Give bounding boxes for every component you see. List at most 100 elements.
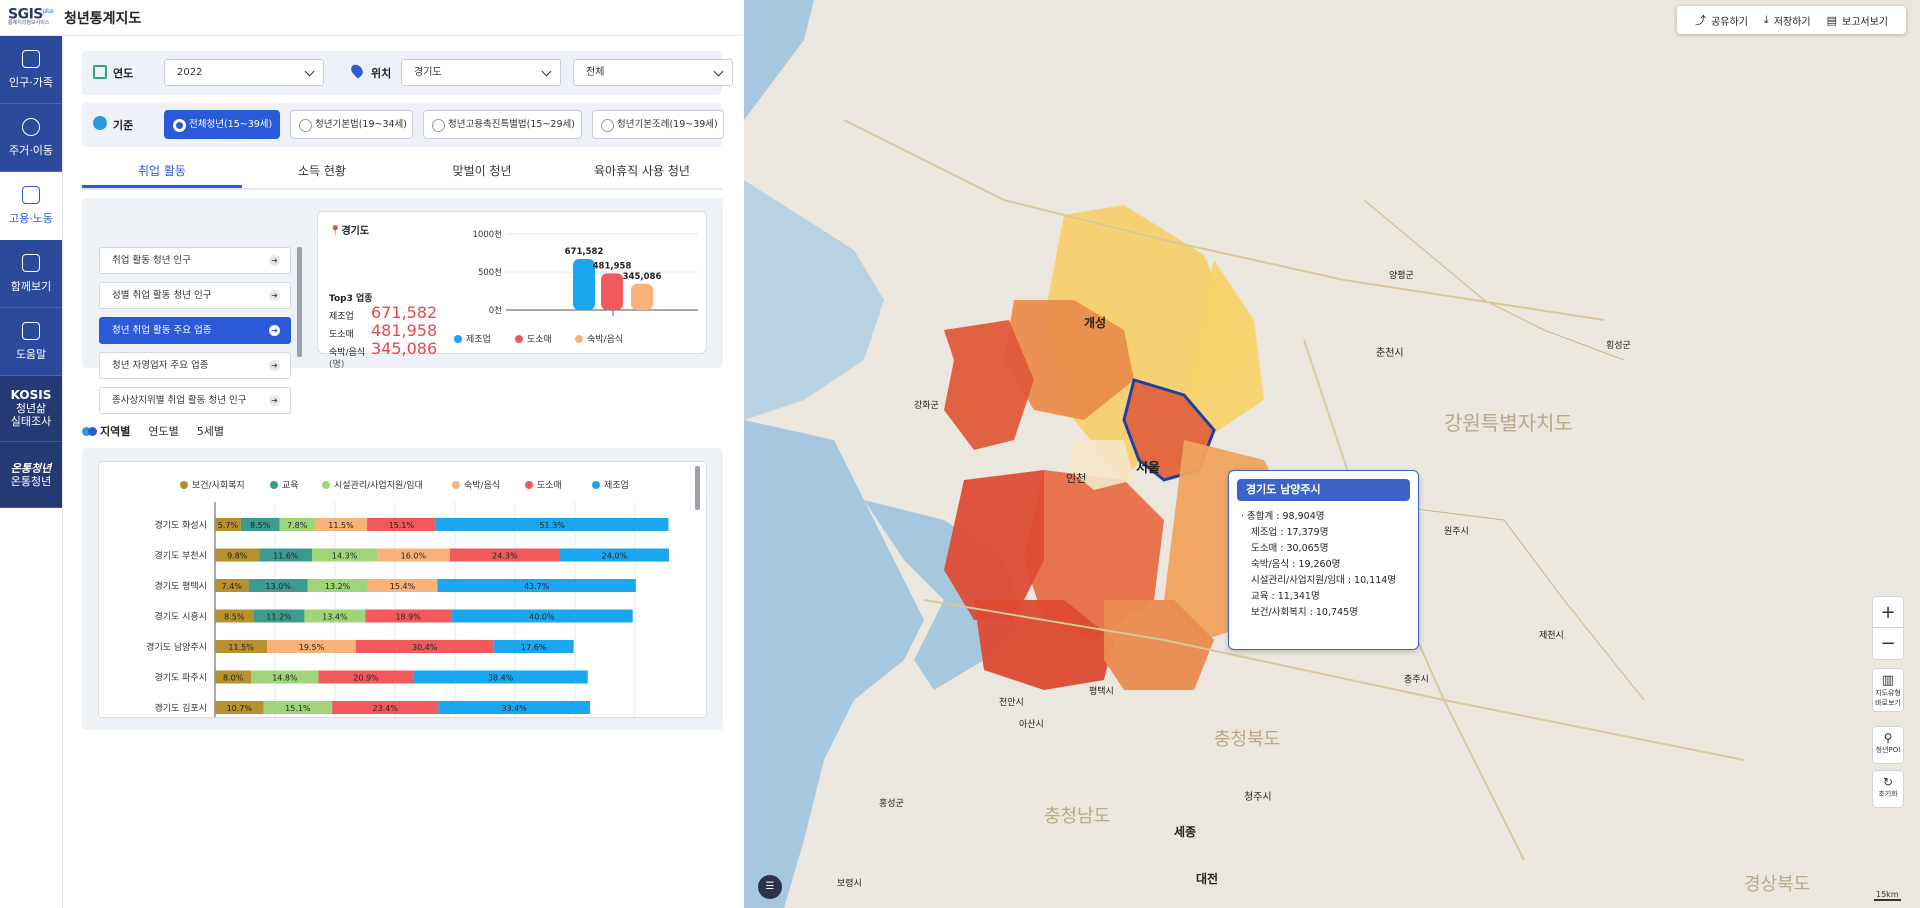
tooltip-line: 제조업 : 17,379명 bbox=[1251, 527, 1329, 538]
menu-item-employment-status[interactable]: 종사상지위별 취업 활동 청년 인구 ➜ bbox=[99, 387, 291, 414]
province-select[interactable]: 경기도 bbox=[401, 59, 561, 86]
map-label-jecheon: 제천시 bbox=[1539, 630, 1564, 641]
sidebar-item-youth[interactable]: 온통청년 온통청년 bbox=[0, 442, 62, 508]
sidebar-item-employment[interactable]: 고용·노동 bbox=[0, 172, 62, 240]
share-button[interactable]: ⤴ 공유하기 bbox=[1695, 12, 1748, 28]
segment-label: 10.7% bbox=[227, 704, 253, 713]
zoom-in-button[interactable]: + bbox=[1873, 597, 1903, 628]
basis-radio-employment-law[interactable]: 청년고용촉진특별법(15~29세) bbox=[423, 110, 582, 139]
category-label: 경기도 남양주시 bbox=[146, 641, 207, 653]
sidebar-item-label: 도움말 bbox=[15, 347, 47, 361]
sidebar-item-help[interactable]: 도움말 bbox=[0, 308, 62, 376]
segment-label: 24.3% bbox=[492, 552, 518, 561]
save-button[interactable]: ⤓ 저장하기 bbox=[1764, 13, 1811, 28]
map-label-asan: 아산시 bbox=[1019, 719, 1044, 730]
report-button[interactable]: ▤ 보고서보기 bbox=[1827, 13, 1888, 28]
subtab-year[interactable]: 연도별 bbox=[148, 423, 178, 439]
legend-label: 도소매 bbox=[537, 480, 562, 491]
legend-label: 도소매 bbox=[527, 334, 552, 345]
menu-item-self-employed-industries[interactable]: 청년 자영업자 주요 업종 ➜ bbox=[99, 352, 291, 379]
segment-label: 15.4% bbox=[390, 582, 416, 591]
segment-label: 8.0% bbox=[223, 674, 244, 683]
youth-logo: 온통청년 bbox=[10, 461, 52, 475]
chart-scrollbar[interactable] bbox=[695, 466, 700, 510]
menu-item-main-industries[interactable]: 청년 취업 활동 주요 업종 ➜ bbox=[99, 317, 291, 344]
reset-button[interactable]: ↻ 초기화 bbox=[1872, 770, 1904, 808]
segment-label: 11.2% bbox=[266, 613, 292, 622]
menu-item-youth-employment-population[interactable]: 취업 활동 청년 인구 ➜ bbox=[99, 247, 291, 274]
district-select[interactable]: 전체 bbox=[573, 59, 733, 86]
tab-income[interactable]: 소득 현황 bbox=[242, 154, 402, 188]
segment-label: 11.5% bbox=[328, 521, 354, 530]
map-scale: 15km bbox=[1874, 890, 1901, 901]
segment-label: 33.4% bbox=[501, 704, 527, 713]
top3-unit: (명) bbox=[329, 360, 345, 370]
tooltip-title: 경기도 남양주시 bbox=[1237, 479, 1410, 501]
map-label-hongseong: 홍성군 bbox=[879, 797, 904, 809]
legend-dot bbox=[525, 481, 533, 489]
map-label-gyeongbuk: 경상북도 bbox=[1744, 874, 1810, 895]
map-label-chungbuk: 충청북도 bbox=[1214, 729, 1280, 750]
menu-item-gender-employment[interactable]: 성별 취업 활동 청년 인구 ➜ bbox=[99, 282, 291, 309]
map-type-button[interactable]: ▥ 지도유형 바로보기 bbox=[1872, 668, 1904, 712]
poi-label: 청년POI bbox=[1875, 746, 1901, 754]
legend-dot bbox=[454, 335, 462, 343]
sidebar-item-housing[interactable]: 주거·이동 bbox=[0, 104, 62, 172]
segment-label: 11.5% bbox=[228, 643, 254, 652]
sgis-logo[interactable]: SGISplus 통계지리정보서비스 bbox=[8, 7, 58, 29]
segment-label: 14.3% bbox=[332, 552, 358, 561]
tab-parental-leave[interactable]: 육아휴직 사용 청년 bbox=[562, 154, 722, 188]
tab-employment-activity[interactable]: 취업 활동 bbox=[82, 154, 242, 188]
map-label-pyeongtaek: 평택시 bbox=[1089, 686, 1114, 697]
map-view[interactable]: 개성 서울 인천 춘천시 강원특별자치도 충청북도 충청남도 경상북도 청주시 … bbox=[744, 0, 1920, 908]
sidebar-item-kosis[interactable]: KOSIS 청년삶 실태조사 bbox=[0, 376, 62, 442]
tooltip-line: · 총합계 : 98,904명 bbox=[1241, 511, 1325, 522]
location-pin-icon bbox=[348, 62, 366, 79]
map-label-ganghwa: 강화군 bbox=[914, 400, 939, 411]
sidebar-item-population[interactable]: 인구·가족 bbox=[0, 36, 62, 104]
y-tick-label: 500천 bbox=[478, 267, 502, 278]
segment-label: 17.6% bbox=[521, 643, 547, 652]
segment-label: 19.5% bbox=[299, 643, 325, 652]
save-label: 저장하기 bbox=[1773, 16, 1811, 28]
map-toolbar: ⤴ 공유하기 ⤓ 저장하기 ▤ 보고서보기 bbox=[1677, 6, 1906, 34]
basis-radio-ordinance[interactable]: 청년기본조례(19~39세) bbox=[592, 110, 724, 139]
map-label-boryeong: 보령시 bbox=[837, 877, 862, 889]
category-label: 경기도 파주시 bbox=[154, 672, 207, 684]
location-label: 위치 bbox=[371, 67, 392, 80]
segment-label: 38.4% bbox=[488, 674, 514, 683]
subtab-age5[interactable]: 5세별 bbox=[197, 423, 224, 439]
basis-radio-all[interactable]: 전체청년(15~39세) bbox=[164, 110, 280, 139]
zoom-control: + − bbox=[1872, 596, 1904, 660]
top3-name-2: 도소매 bbox=[329, 330, 354, 340]
sidebar-item-compare[interactable]: 함께보기 bbox=[0, 240, 62, 308]
category-tabs: 취업 활동 소득 현황 맞벌이 청년 육아휴직 사용 청년 bbox=[82, 154, 722, 190]
zoom-out-button[interactable]: − bbox=[1873, 628, 1903, 659]
year-select[interactable]: 2022 bbox=[164, 59, 324, 86]
top3-name-1: 제조업 bbox=[329, 312, 354, 322]
kosis-line: 실태조사 bbox=[10, 415, 52, 428]
segment-label: 20.9% bbox=[353, 674, 379, 683]
map-label-cheongju: 청주시 bbox=[1244, 791, 1272, 803]
legend-toggle-button[interactable]: ☰ bbox=[758, 875, 782, 899]
map-label-seoul: 서울 bbox=[1136, 460, 1160, 476]
category-label: 경기도 김포시 bbox=[154, 702, 207, 714]
region-tooltip: 경기도 남양주시 · 총합계 : 98,904명 제조업 : 17,379명 도… bbox=[1228, 470, 1419, 650]
top3-value-1: 671,582 bbox=[371, 303, 438, 322]
segment-label: 9.8% bbox=[227, 552, 248, 561]
map-type-label: 지도유형 바로보기 bbox=[1875, 689, 1901, 707]
subtab-region[interactable]: 지역별 bbox=[100, 423, 130, 439]
menu-scrollbar[interactable] bbox=[297, 247, 302, 357]
basis-radio-basic-law[interactable]: 청년기본법(19~34세) bbox=[290, 110, 413, 139]
poi-button[interactable]: ⚲ 청년POI bbox=[1872, 726, 1904, 764]
top3-heading: Top3 업종 bbox=[329, 294, 373, 304]
tab-dual-income[interactable]: 맞벌이 청년 bbox=[402, 154, 562, 188]
menu-item-label: 취업 활동 청년 인구 bbox=[112, 255, 191, 266]
bar-3 bbox=[631, 283, 653, 310]
y-tick-label: 1000천 bbox=[473, 229, 502, 240]
choropleth-map[interactable]: 개성 서울 인천 춘천시 강원특별자치도 충청북도 충청남도 경상북도 청주시 … bbox=[744, 0, 1920, 908]
map-type-icon: ▥ bbox=[1881, 673, 1895, 688]
segment-label: 7.4% bbox=[222, 582, 243, 591]
segment-label: 14.8% bbox=[272, 674, 298, 683]
people-icon bbox=[22, 49, 40, 68]
